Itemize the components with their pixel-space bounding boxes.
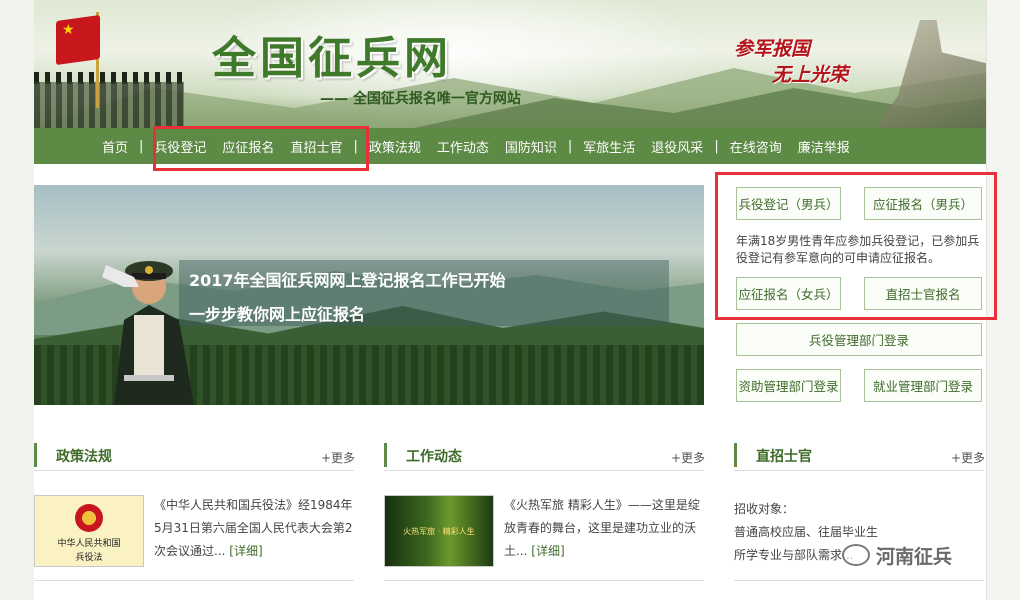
nco-more-link[interactable]: +更多 — [951, 449, 985, 466]
work-bottom-divider — [384, 580, 704, 581]
work-summary: 《火热军旅 精彩人生》——这里是绽放青春的舞台，这里是建功立业的沃土... [详… — [504, 494, 704, 563]
work-thumb-text: 火热军旅 · 精彩人生 — [403, 527, 475, 536]
hero-subheadline[interactable]: 一步步教你网上应征报名 — [189, 301, 365, 325]
nco-section-marker — [734, 443, 737, 467]
policy-section-title[interactable]: 政策法规 — [56, 446, 112, 466]
nav-integrity-report[interactable]: 廉洁举报 — [790, 137, 858, 156]
policy-section-marker — [34, 443, 37, 467]
banner-soldiers — [34, 82, 184, 128]
work-section-divider — [384, 470, 704, 471]
policy-summary: 《中华人民共和国兵役法》经1984年5月31日第六届全国人民代表大会第2次会议通… — [154, 494, 354, 563]
slogan-line-1: 参军报国 — [734, 38, 811, 60]
wechat-icon — [842, 544, 870, 566]
site-banner: ★ 全国征兵网 —— 全国征兵报名唯一官方网站 参军报国 无上光荣 — [34, 0, 986, 128]
site-title[interactable]: 全国征兵网 — [212, 22, 452, 86]
flag-star-icon: ★ — [62, 22, 75, 38]
nco-target-label: 招收对象： — [734, 502, 795, 516]
policy-thumb-line2: 兵役法 — [75, 553, 103, 563]
policy-section-divider — [34, 470, 354, 471]
national-emblem-icon — [75, 504, 103, 532]
site-subtitle: —— 全国征兵报名唯一官方网站 — [320, 91, 521, 107]
employment-admin-login-button[interactable]: 就业管理部门登录 — [864, 369, 982, 402]
nav-military-life[interactable]: 军旅生活 — [575, 137, 643, 156]
nav-separator: | — [139, 138, 144, 154]
nav-separator: | — [567, 138, 573, 154]
nco-section-title[interactable]: 直招士官 — [756, 446, 812, 466]
nco-target-line[interactable]: 普通高校应届、往届毕业生 — [734, 523, 878, 540]
policy-detail-link[interactable]: [详细] — [229, 544, 262, 558]
nco-bottom-divider — [734, 580, 984, 581]
work-detail-link[interactable]: [详细] — [531, 544, 564, 558]
policy-bottom-divider — [34, 580, 354, 581]
work-more-link[interactable]: +更多 — [671, 449, 705, 466]
nav-work-news[interactable]: 工作动态 — [429, 137, 497, 156]
nav-online-consult[interactable]: 在线咨询 — [722, 137, 790, 156]
nav-defense-knowledge[interactable]: 国防知识 — [497, 137, 565, 156]
hero-headline[interactable]: 2017年全国征兵网网上登记报名工作已开始 — [189, 267, 506, 291]
nav-policy[interactable]: 政策法规 — [361, 137, 429, 156]
nav-separator: | — [714, 138, 719, 154]
work-section-title[interactable]: 工作动态 — [406, 446, 462, 466]
nco-section-divider — [734, 470, 984, 471]
policy-more-link[interactable]: +更多 — [321, 449, 355, 466]
aid-admin-login-button[interactable]: 资助管理部门登录 — [736, 369, 841, 402]
policy-thumbnail[interactable]: 中华人民共和国 兵役法 — [34, 495, 144, 567]
watermark-text: 河南征兵 — [876, 545, 953, 568]
nco-major-line[interactable]: 所学专业与部队需求... — [734, 546, 853, 563]
apply-highlight-box — [715, 172, 997, 320]
work-thumbnail[interactable]: 火热军旅 · 精彩人生 — [384, 495, 494, 567]
policy-thumb-line1: 中华人民共和国 — [57, 539, 121, 549]
hero-banner[interactable]: 2017年全国征兵网网上登记报名工作已开始 一步步教你网上应征报名 — [34, 185, 704, 405]
military-admin-login-button[interactable]: 兵役管理部门登录 — [736, 323, 982, 356]
nav-home[interactable]: 首页 — [94, 137, 136, 156]
slogan-line-2: 无上光荣 — [772, 64, 849, 86]
nav-highlight-box — [153, 126, 369, 171]
nav-veterans[interactable]: 退役风采 — [643, 137, 711, 156]
page-container: ★ 全国征兵网 —— 全国征兵报名唯一官方网站 参军报国 无上光荣 首页 | 兵… — [34, 0, 997, 600]
work-section-marker — [384, 443, 387, 467]
wechat-watermark: 河南征兵 — [842, 540, 992, 570]
